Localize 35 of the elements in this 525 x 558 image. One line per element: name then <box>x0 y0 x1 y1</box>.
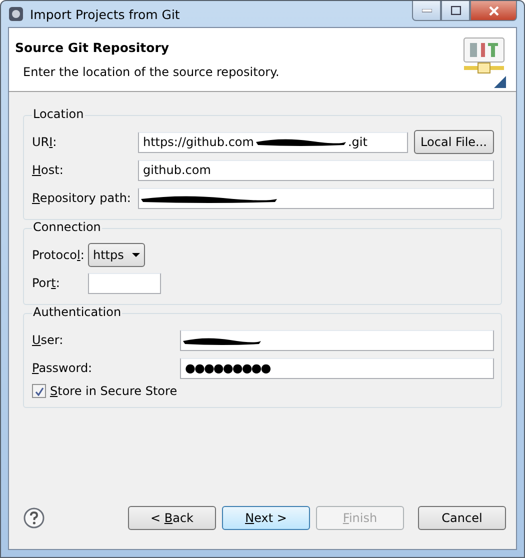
close-icon <box>488 6 498 16</box>
group-title: Authentication <box>32 305 122 319</box>
wizard-button[interactable]: < Back <box>128 506 216 530</box>
wizard-button[interactable]: Next > <box>222 506 310 530</box>
group-title: Location <box>32 107 85 121</box>
protocol-dropdown[interactable]: https <box>88 243 145 267</box>
maximize-icon <box>450 6 460 15</box>
field-label: Protocol: <box>32 248 82 262</box>
field-label: Repository path: <box>32 191 132 205</box>
local-file-button[interactable]: Local File... <box>414 130 494 154</box>
help-icon[interactable] <box>23 507 45 529</box>
field-label: Host: <box>32 163 64 177</box>
wizard-button[interactable]: Cancel <box>418 506 506 530</box>
close-button[interactable] <box>470 1 517 21</box>
group-title: Connection <box>32 220 102 234</box>
checkbox-label: Store in Secure Store <box>50 384 178 398</box>
repository-path-field[interactable] <box>138 188 494 208</box>
field-label: Password: <box>32 361 94 375</box>
uri-field[interactable]: https://github.com .git <box>138 132 408 152</box>
port-field[interactable] <box>88 272 161 294</box>
caret-icon <box>132 253 140 257</box>
page-title: Source Git Repository <box>15 40 170 55</box>
field-label: User: <box>32 333 64 347</box>
host-field[interactable]: github.com <box>138 160 494 180</box>
user-field[interactable] <box>180 330 494 350</box>
maximize-button[interactable] <box>441 1 470 21</box>
password-field[interactable]: ●●●●●●●●● <box>180 358 494 378</box>
checkbox[interactable] <box>32 384 46 398</box>
window-title: Import Projects from Git <box>30 6 181 22</box>
field-label: Port: <box>32 276 61 290</box>
minimize-button[interactable] <box>412 1 441 21</box>
field-label: URI: <box>32 135 58 149</box>
app-icon <box>8 6 24 22</box>
page-description: Enter the location of the source repository. <box>23 65 280 79</box>
minimize-icon <box>422 8 432 12</box>
